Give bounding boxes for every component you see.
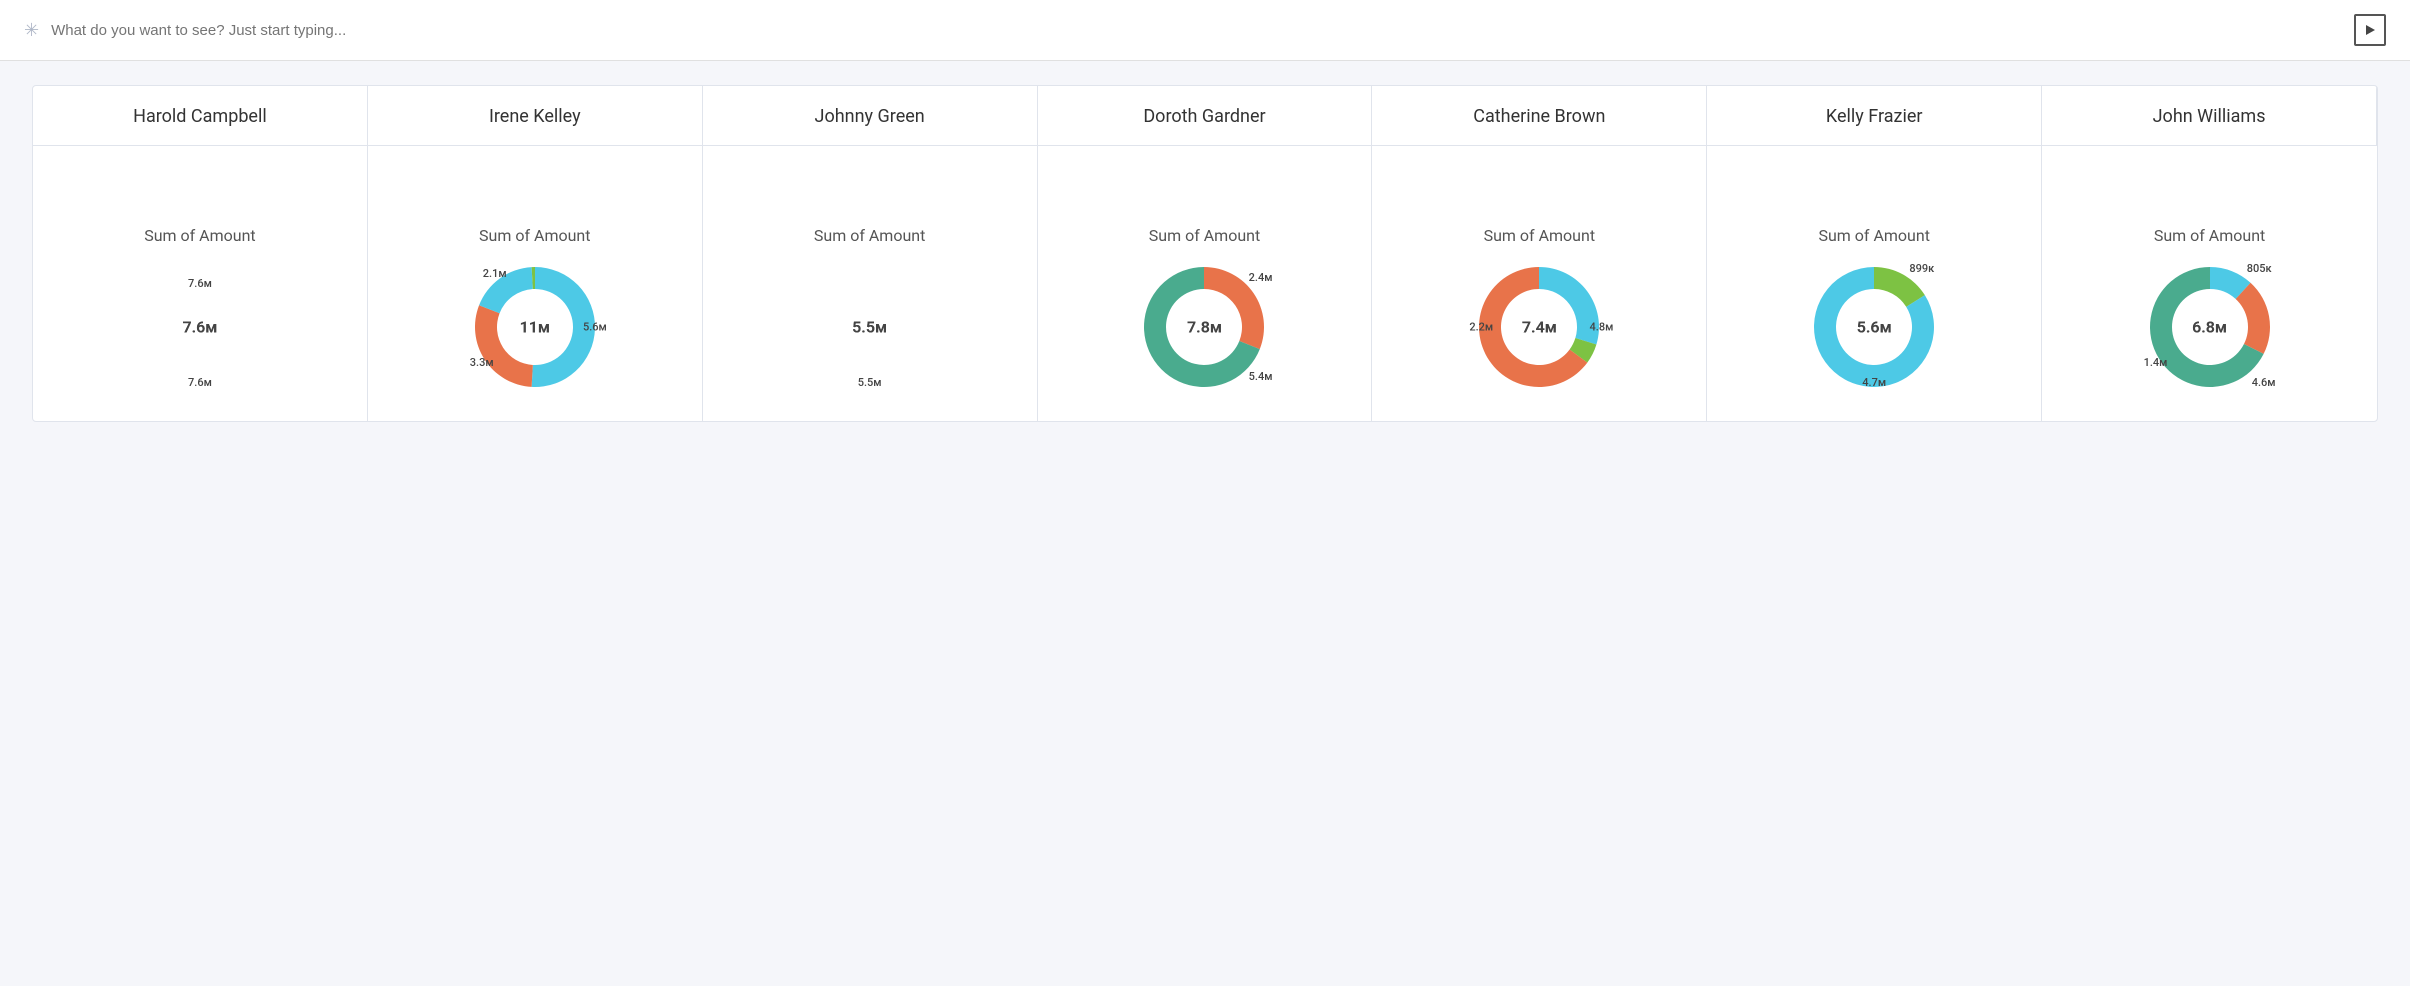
donut-label: 2.1м: [483, 267, 507, 280]
grid-table: Harold CampbellIrene KelleyJohnny GreenD…: [32, 85, 2378, 422]
search-icon: ✳: [24, 20, 39, 41]
donut-label: 805к: [2247, 262, 2272, 275]
donut-label: 5.4м: [1249, 370, 1273, 383]
donut-label: 7.6м: [188, 277, 212, 290]
header-cell-0: Harold Campbell: [33, 86, 368, 146]
donut-label: 4.7м: [1862, 376, 1886, 389]
data-cell-5: Sum of Amount 5.6м899к4.7м5.6м: [1707, 146, 2042, 421]
sum-label: Sum of Amount: [814, 226, 925, 245]
top-bar: ✳: [0, 0, 2410, 61]
data-cell-1: Sum of Amount 11м5.6м3.3м2.1м11м: [368, 146, 703, 421]
header-cell-6: John Williams: [2042, 86, 2377, 146]
sum-label: Sum of Amount: [2154, 226, 2265, 245]
header-cell-4: Catherine Brown: [1372, 86, 1707, 146]
sum-label: Sum of Amount: [1149, 226, 1260, 245]
donut-center-value: 5.5м: [852, 318, 887, 337]
donut-center-value: 7.6м: [182, 318, 217, 337]
data-cell-3: Sum of Amount 7.8м2.4м5.4м7.8м: [1038, 146, 1373, 421]
header-cell-5: Kelly Frazier: [1707, 86, 2042, 146]
donut-label: 5.5м: [858, 376, 882, 389]
donut-label: 4.6м: [2252, 376, 2276, 389]
data-cell-4: Sum of Amount 7.4м2.2м4.8м7.4м: [1372, 146, 1707, 421]
data-cell-0: Sum of Amount 7.6м7.6м7.6м7.6м: [33, 146, 368, 421]
donut-label: 4.8м: [1590, 321, 1614, 334]
donut-chart: 5.6м899к4.7м5.6м: [1804, 257, 1944, 397]
donut-chart: 6.8м805к1.4м4.6м6.8м: [2140, 257, 2280, 397]
sum-label: Sum of Amount: [479, 226, 590, 245]
header-cell-1: Irene Kelley: [368, 86, 703, 146]
data-cell-6: Sum of Amount 6.8м805к1.4м4.6м6.8м: [2042, 146, 2377, 421]
donut-chart: 7.6м7.6м7.6м7.6м: [130, 257, 270, 397]
donut-chart: 11м5.6м3.3м2.1м11м: [465, 257, 605, 397]
donut-center-value: 11м: [520, 318, 550, 337]
donut-label: 5.6м: [583, 321, 607, 334]
donut-chart: 7.8м2.4м5.4м7.8м: [1134, 257, 1274, 397]
donut-label: 899к: [1909, 262, 1934, 275]
donut-center-value: 6.8м: [2192, 318, 2227, 337]
donut-chart: 5.5м5.5м5.5м: [800, 257, 940, 397]
main-content: Harold CampbellIrene KelleyJohnny GreenD…: [0, 61, 2410, 446]
data-cell-2: Sum of Amount 5.5м5.5м5.5м: [703, 146, 1038, 421]
header-cell-3: Doroth Gardner: [1038, 86, 1373, 146]
donut-center-value: 5.6м: [1857, 318, 1892, 337]
donut-label: 2.4м: [1249, 271, 1273, 284]
sum-label: Sum of Amount: [144, 226, 255, 245]
play-button[interactable]: [2354, 14, 2386, 46]
donut-chart: 7.4м2.2м4.8м7.4м: [1469, 257, 1609, 397]
sum-label: Sum of Amount: [1818, 226, 1929, 245]
donut-label: 3.3м: [470, 356, 494, 369]
search-input[interactable]: [51, 22, 2342, 39]
sum-label: Sum of Amount: [1484, 226, 1595, 245]
donut-center-value: 7.8м: [1187, 318, 1222, 337]
header-cell-2: Johnny Green: [703, 86, 1038, 146]
donut-label: 7.6м: [188, 376, 212, 389]
donut-label: 1.4м: [2144, 356, 2168, 369]
donut-center-value: 7.4м: [1522, 318, 1557, 337]
donut-label: 2.2м: [1469, 321, 1493, 334]
